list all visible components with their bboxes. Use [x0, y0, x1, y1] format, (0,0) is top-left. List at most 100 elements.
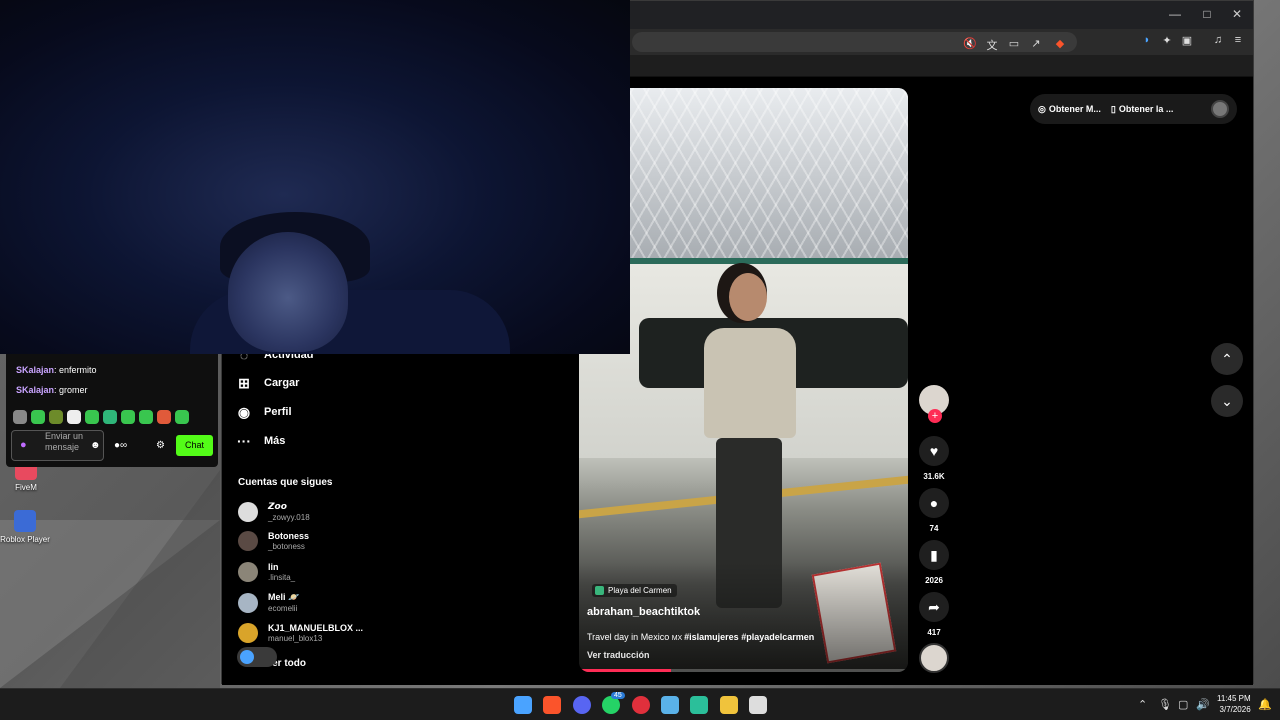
tiktok-icon[interactable] — [690, 696, 708, 714]
notification-bell-icon[interactable]: 🔔 — [1258, 698, 1272, 711]
nav-label: Cargar — [264, 377, 300, 389]
translate-icon[interactable]: 文 — [984, 37, 1000, 53]
prev-video-button[interactable]: ⌃ — [1211, 343, 1243, 375]
sidebar-icon[interactable]: ▣ — [1179, 34, 1195, 47]
desktop-icon-roblox[interactable]: Roblox Player — [0, 510, 55, 544]
save-button[interactable]: ▮ — [919, 540, 949, 570]
extensions-icon[interactable]: ✦ — [1159, 34, 1175, 47]
emote-icon[interactable] — [13, 410, 27, 424]
volume-icon[interactable]: 🔊 — [1196, 698, 1210, 711]
following-account[interactable]: lin .linsita_ — [238, 562, 295, 582]
chat-send-button[interactable]: Chat — [176, 435, 213, 456]
emote-icon[interactable] — [139, 410, 153, 424]
location-label: Playa del Carmen — [608, 586, 672, 595]
emote-icon[interactable] — [49, 410, 63, 424]
video-username[interactable]: abraham_beachtiktok — [587, 606, 700, 618]
cast-icon[interactable]: ▭ — [1006, 37, 1022, 50]
notepad-icon[interactable] — [661, 696, 679, 714]
chat-input[interactable]: ● Enviar un mensaje ☻ — [11, 430, 104, 461]
minimize-button[interactable]: — — [1160, 7, 1190, 21]
upload-icon: ⊞ — [238, 375, 250, 391]
get-app-button[interactable]: ▯ Obtener la ... — [1111, 104, 1173, 115]
emote-icon[interactable] — [103, 410, 117, 424]
following-account[interactable]: Botoness _botoness — [238, 531, 309, 551]
desktop-icon-label: Roblox Player — [0, 535, 50, 544]
account-handle: _zowyy.018 — [268, 513, 310, 522]
audio-icon[interactable]: ◗ — [1139, 34, 1155, 46]
video-progress-fill — [579, 669, 672, 672]
avatar — [238, 623, 258, 643]
gear-icon[interactable]: ⚙ — [156, 440, 165, 451]
emote-icon[interactable] — [31, 410, 45, 424]
emote-icon[interactable] — [85, 410, 99, 424]
chat-placeholder: Enviar un mensaje — [45, 431, 84, 452]
following-title: Cuentas que sigues — [238, 477, 333, 488]
music-icon[interactable]: ♫ — [1210, 34, 1226, 46]
webcam-face — [228, 232, 348, 352]
account-name: lin — [268, 562, 279, 572]
system-clock[interactable]: 11:45 PM 3/7/2026 — [1217, 693, 1251, 715]
webcam-overlay — [0, 0, 630, 354]
whatsapp-icon[interactable]: 45 — [602, 692, 625, 714]
bookmark-icon: ▮ — [930, 547, 938, 563]
network-icon[interactable]: ▢ — [1178, 698, 1188, 711]
explorer-icon[interactable] — [720, 696, 738, 714]
nav-upload[interactable]: ⊞ Cargar — [236, 375, 299, 391]
floating-widget[interactable] — [237, 647, 277, 667]
nav-more[interactable]: ··· Más — [236, 433, 285, 449]
avatar — [238, 501, 258, 522]
avatar — [238, 531, 258, 551]
share-arrow-icon: ➦ — [928, 599, 940, 615]
share-button[interactable]: ➦ — [919, 592, 949, 622]
like-button[interactable]: ♥ — [919, 436, 949, 466]
comment-count: 74 — [929, 524, 939, 533]
app-icon[interactable] — [749, 696, 767, 714]
clock-time: 11:45 PM — [1217, 694, 1251, 703]
follow-plus-icon[interactable]: + — [928, 409, 942, 423]
get-coins-button[interactable]: ◎ Obtener M... — [1038, 104, 1101, 115]
chevron-down-icon: ⌄ — [1221, 393, 1233, 409]
menu-icon[interactable]: ≡ — [1230, 34, 1246, 46]
video-progress[interactable] — [579, 669, 908, 672]
close-button[interactable]: ✕ — [1222, 7, 1252, 21]
nav-profile[interactable]: ◉ Perfil — [236, 404, 292, 420]
user-avatar[interactable] — [1211, 100, 1229, 118]
channel-points[interactable]: ●∞ — [114, 440, 127, 451]
maximize-button[interactable]: □ — [1192, 7, 1222, 21]
emote-bar — [13, 410, 189, 424]
following-account[interactable]: 𝙕𝙤𝙤 _zowyy.018 — [238, 501, 310, 522]
following-account[interactable]: KJ1_MANUELBLOX ... manuel_blox13 — [238, 623, 363, 643]
emote-icon[interactable] — [157, 410, 171, 424]
more-icon: ··· — [237, 433, 251, 449]
creator-avatar[interactable]: + — [919, 385, 949, 423]
location-pin-icon — [595, 586, 604, 595]
microphone-tray-icon[interactable]: 🎙 — [1158, 698, 1172, 711]
microphone-icon[interactable]: ● — [20, 439, 27, 451]
emote-icon[interactable] — [121, 410, 135, 424]
chat-message: SKalajan: enfermito — [16, 365, 97, 375]
address-bar[interactable]: 🔇 文 ▭ ↗ ◆ — [632, 32, 1077, 52]
emote-icon[interactable] — [175, 410, 189, 424]
tray-chevron-icon[interactable]: ⌃ — [1138, 698, 1147, 711]
brave-shield-icon[interactable]: ◆ — [1052, 37, 1068, 50]
translate-link[interactable]: Ver traducción — [587, 650, 650, 660]
share-icon[interactable]: ↗ — [1028, 37, 1044, 50]
emoji-icon[interactable]: ☻ — [90, 440, 101, 451]
discord-icon[interactable] — [573, 696, 591, 714]
following-account[interactable]: Meli 🪐 ecomelii — [238, 592, 299, 613]
chevron-up-icon: ⌃ — [1221, 351, 1233, 367]
next-video-button[interactable]: ⌄ — [1211, 385, 1243, 417]
brave-icon[interactable] — [543, 696, 561, 714]
windows-start-icon[interactable] — [514, 696, 532, 714]
youtube-icon[interactable] — [632, 696, 650, 714]
roblox-icon — [14, 510, 36, 532]
sound-avatar[interactable] — [919, 643, 949, 673]
location-tag[interactable]: Playa del Carmen — [592, 584, 677, 597]
nav-label: Perfil — [264, 406, 292, 418]
mute-icon[interactable]: 🔇 — [962, 37, 978, 50]
comment-button[interactable]: ● — [919, 488, 949, 518]
coin-icon: ◎ — [1038, 103, 1046, 114]
video-hashtags[interactable]: #islamujeres #playadelcarmen — [684, 632, 814, 642]
account-name: Meli 🪐 — [268, 592, 300, 602]
emote-icon[interactable] — [67, 410, 81, 424]
